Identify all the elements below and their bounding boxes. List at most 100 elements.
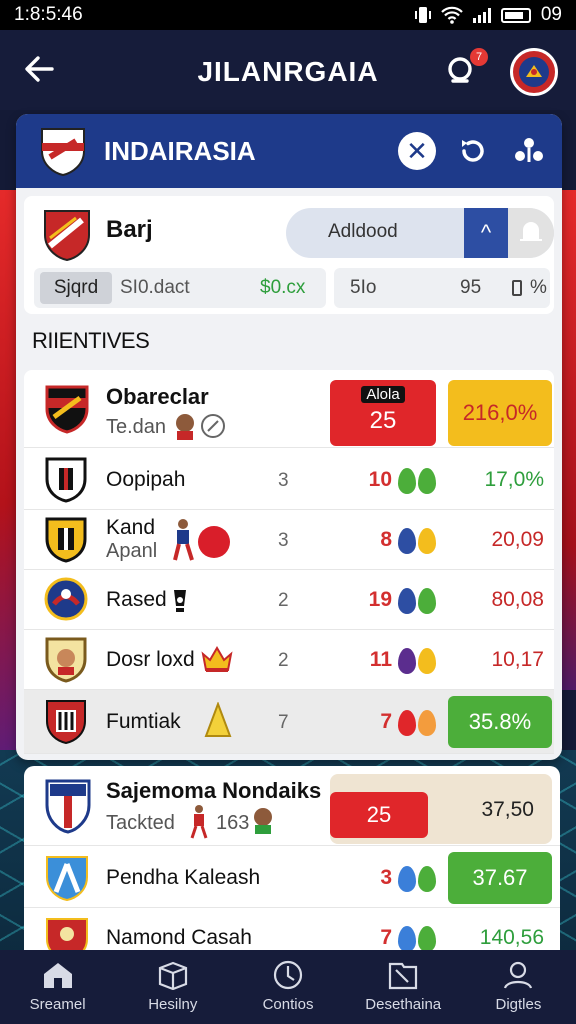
row-position: 2 (278, 650, 289, 671)
stat-b-label: 5Io (350, 277, 377, 298)
row-percent: 17,0% (484, 468, 544, 491)
table-row[interactable]: Dosr loxd 2 11 10,17 (24, 630, 554, 690)
form-dot-icon (398, 926, 416, 952)
expand-button[interactable]: ^ (464, 208, 508, 258)
row-points: 10 (368, 468, 392, 491)
table-row[interactable]: Obareclar Te.dan Alola 25 216,0% (24, 370, 554, 448)
row-name: Pendha Kaleash (106, 866, 261, 889)
nav-label: Hesilny (148, 996, 198, 1013)
close-button[interactable]: ✕ (398, 132, 436, 170)
stat-green-value: $0.cx (260, 277, 306, 298)
avatar[interactable] (510, 48, 558, 96)
follow-toggle[interactable]: Adldood ^ (286, 208, 554, 258)
player-running-icon (173, 519, 194, 561)
share-button[interactable] (512, 134, 546, 168)
battery-small-icon (512, 280, 522, 296)
row-sub: Apanl (106, 540, 158, 562)
row-name: Sajemoma Nondaiks (106, 778, 322, 803)
row-name: Fumtiak (106, 710, 181, 733)
row-percent: 37,50 (481, 798, 534, 821)
form-dot-icon (398, 468, 416, 494)
signal-icon (472, 7, 491, 23)
club-crest-icon (519, 57, 549, 87)
team-stat-row: Sjqrd SI0.dact $0.cx 5Io 95 % (34, 268, 550, 308)
form-dot-icon (418, 648, 436, 674)
form-dot-icon (398, 866, 416, 892)
score-pill[interactable]: 25 (330, 792, 428, 838)
nav-label: Desethaina (365, 996, 442, 1013)
crown-icon (201, 646, 233, 672)
nav-label: Sreamel (29, 996, 86, 1013)
club-crest-icon (45, 779, 91, 834)
row-points: 19 (368, 588, 392, 611)
percent-pill: 216,0% (448, 380, 552, 446)
bottom-nav: Sreamel Hesilny Contios Desethaina Digtl… (0, 950, 576, 1024)
nav-item-desethaina[interactable]: Desethaina (346, 950, 461, 1024)
row-position: 7 (278, 712, 289, 733)
nav-item-history[interactable]: Hesilny (115, 950, 230, 1024)
nav-item-contios[interactable]: Contios (230, 950, 345, 1024)
compass-icon (273, 960, 303, 990)
main-card: INDAIRASIA ✕ Barj Adldood ^ Sjqrd SI0.da… (16, 114, 562, 760)
app-header: JILANRGAIA 7 (0, 30, 576, 110)
box-icon (158, 961, 187, 990)
book-icon (389, 962, 418, 990)
vibrate-icon (414, 7, 431, 23)
percent-pill: 37.67 (448, 852, 552, 904)
status-time: 1:8:5:46 (14, 4, 83, 25)
bell-icon (520, 222, 542, 241)
table-row[interactable]: Sajemoma Nondaiks Tackted 163 25 37,50 (24, 766, 560, 846)
team-crest-icon (44, 210, 90, 262)
notification-badge: 7 (470, 48, 488, 66)
refresh-icon (462, 140, 484, 162)
share-icon (515, 138, 543, 162)
percent-pill: 35.8% (448, 696, 552, 748)
row-name: Oopipah (106, 468, 186, 491)
row-position: 3 (278, 470, 289, 491)
status-icons: 09 (414, 4, 562, 26)
row-points: 3 (380, 866, 392, 889)
row-points: 7 (380, 710, 392, 733)
league-crest-icon (41, 128, 85, 177)
stat-text: SI0.dact (120, 277, 190, 298)
form-dot-icon (418, 866, 436, 892)
table-row[interactable]: Oopipah 3 10 17,0% (24, 450, 554, 510)
battery-text: 09 (540, 4, 562, 25)
row-percent: 80,08 (491, 588, 544, 611)
team-card: Barj Adldood ^ Sjqrd SI0.dact $0.cx 5Io … (24, 196, 554, 314)
table-row[interactable]: Pendha Kaleash 3 37.67 (24, 848, 560, 908)
form-dot-icon (418, 528, 436, 554)
row-name: Dosr loxd (106, 648, 195, 671)
stat-chip[interactable]: Sjqrd (40, 272, 112, 304)
form-dot-icon (398, 528, 416, 554)
stat-box-b: 5Io 95 % (334, 268, 550, 308)
nav-item-home[interactable]: Sreamel (0, 950, 115, 1024)
stat-b-unit: % (530, 277, 547, 298)
refresh-button[interactable] (456, 134, 490, 168)
nav-item-profile[interactable]: Digtles (461, 950, 576, 1024)
row-name: Namond Casah (106, 926, 252, 949)
home-icon (43, 963, 72, 988)
close-icon: ✕ (406, 136, 428, 166)
score-pill[interactable]: Alola 25 (330, 380, 436, 446)
form-dot-icon (398, 710, 416, 736)
table-row[interactable]: Rased 2 19 80,08 (24, 570, 554, 630)
stat-b-value: 95 (460, 277, 482, 298)
form-dot-icon (398, 588, 416, 614)
row-points: 8 (380, 528, 392, 551)
row-points: 11 (369, 648, 392, 671)
row-name: Rased (106, 588, 167, 611)
club-crest-icon (45, 457, 87, 503)
ball-icon (198, 526, 230, 558)
row-sub: Te.dan (106, 416, 167, 438)
ranking-table: Obareclar Te.dan Alola 25 216,0% Oopipah… (24, 370, 554, 754)
table-row[interactable]: Kand Apanl 3 8 20,09 (24, 510, 554, 570)
league-name: INDAIRASIA (104, 135, 256, 166)
profile-icon (504, 961, 533, 989)
bell-button[interactable] (508, 208, 554, 258)
nav-label: Digtles (495, 996, 542, 1013)
status-bar: 1:8:5:46 09 (0, 0, 576, 30)
form-dot-icon (418, 710, 436, 736)
table-row[interactable]: Fumtiak 7 7 35.8% (24, 690, 554, 754)
row-percent: 140,56 (479, 926, 544, 949)
